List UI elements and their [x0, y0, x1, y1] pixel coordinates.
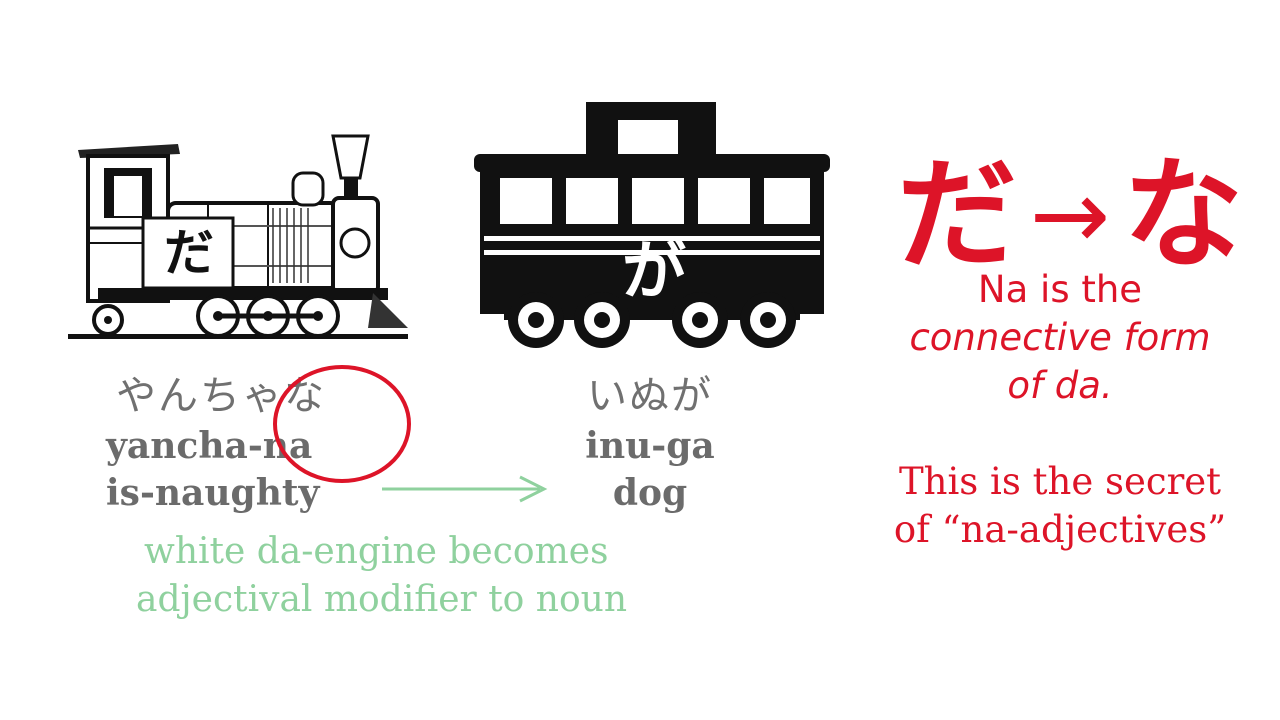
explanation-line-5: of “na-adjectives” [893, 508, 1227, 551]
highlight-circle-icon [273, 365, 411, 483]
engine-kana: だ [164, 223, 214, 282]
train-car-illustration: が [474, 102, 834, 350]
train-car-icon [474, 102, 830, 348]
modifier-arrow-icon [382, 475, 548, 503]
explanation-line-4: This is the secret [898, 460, 1222, 503]
equation-arrow: → [1029, 159, 1111, 271]
right-phrase-kana: いぬが [587, 373, 713, 419]
equation-from: だ [897, 144, 1017, 285]
steam-locomotive-icon [68, 134, 408, 339]
equation-to: な [1123, 144, 1243, 285]
note-line-1: white da-engine becomes [144, 531, 609, 572]
note-line-2: adjectival modifier to noun [136, 579, 628, 620]
car-kana: が [622, 234, 686, 309]
right-phrase-romaji: inu-ga [585, 425, 715, 467]
explanation-line-2: connective form [909, 316, 1211, 359]
explanation-line-3: of da. [1007, 364, 1113, 407]
right-phrase-gloss: dog [612, 472, 688, 514]
explanation-line-1: Na is the [977, 268, 1143, 311]
locomotive-illustration: だ [68, 128, 418, 346]
